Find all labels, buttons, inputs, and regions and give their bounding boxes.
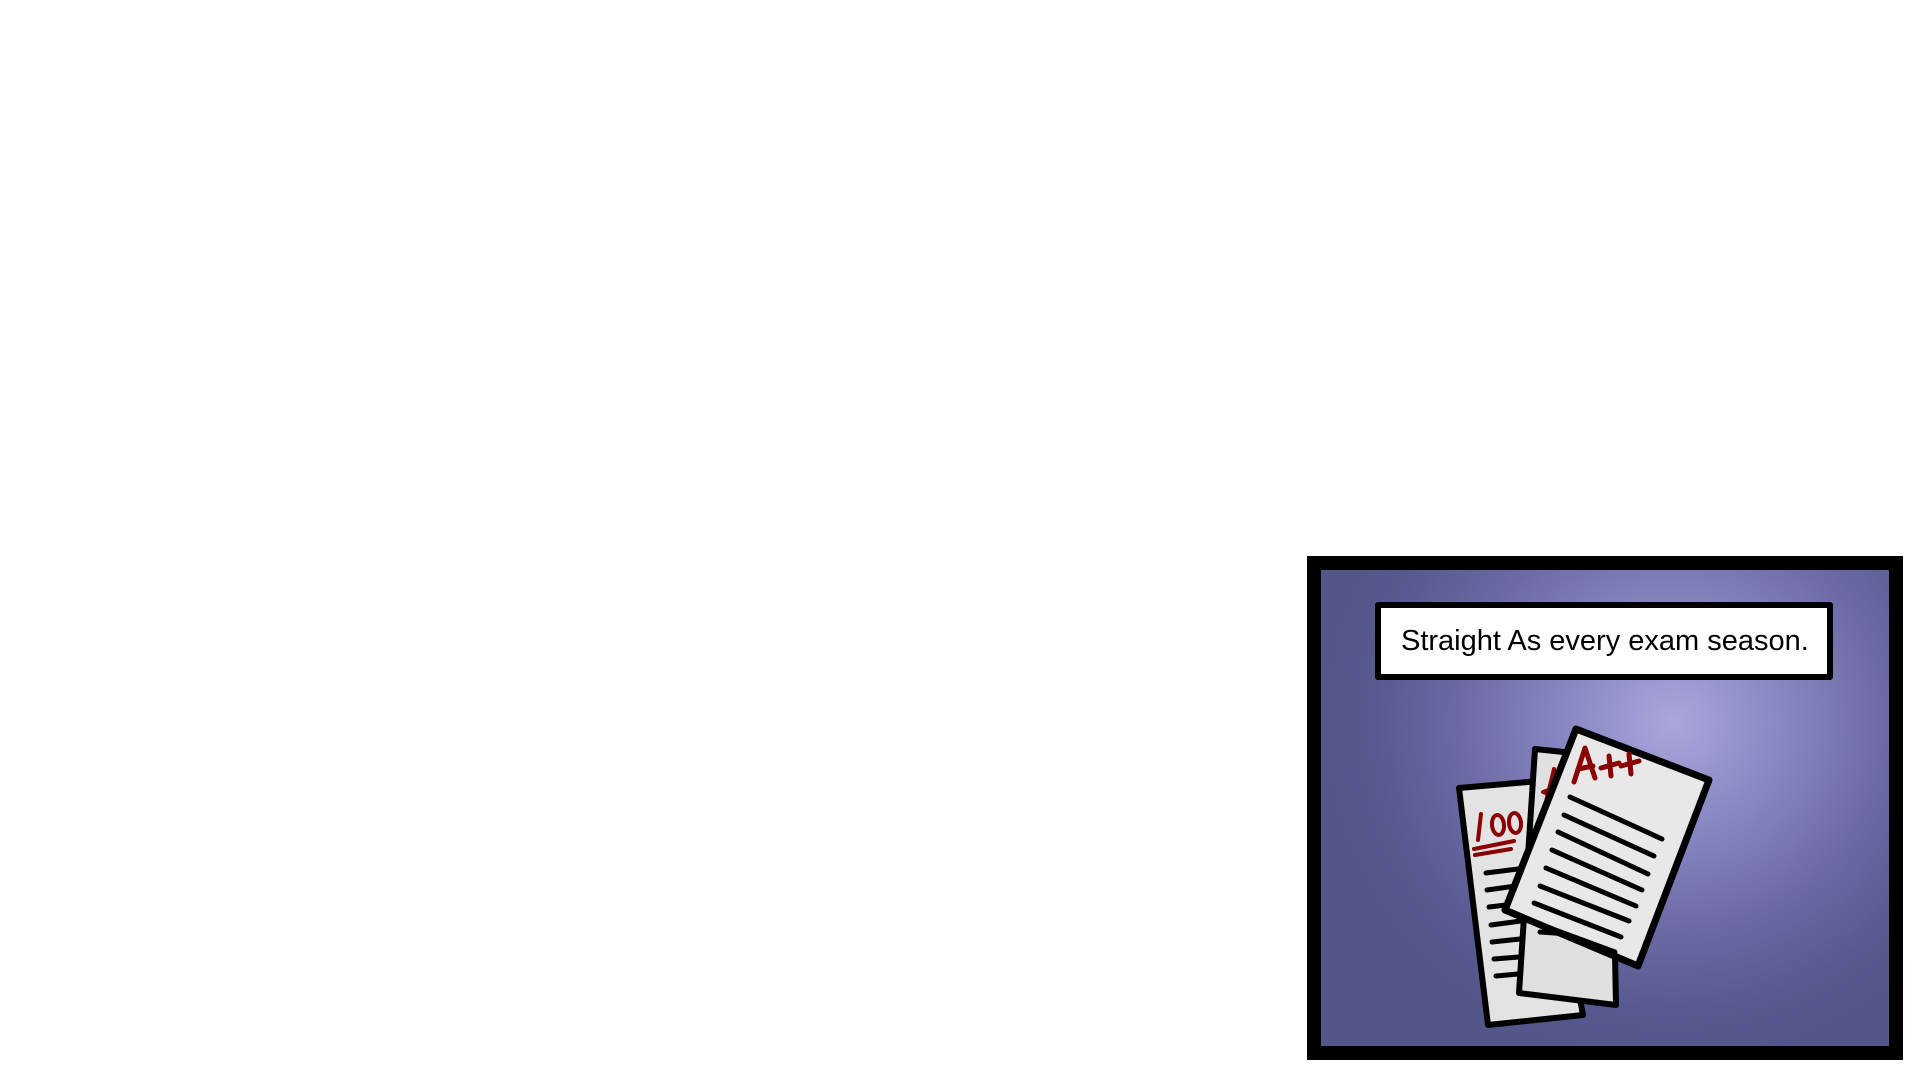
comic-canvas: Straight As every exam season.	[0, 0, 1920, 1080]
comic-panel: Straight As every exam season.	[1307, 556, 1903, 1060]
exam-papers-illustration	[1456, 725, 1713, 1028]
